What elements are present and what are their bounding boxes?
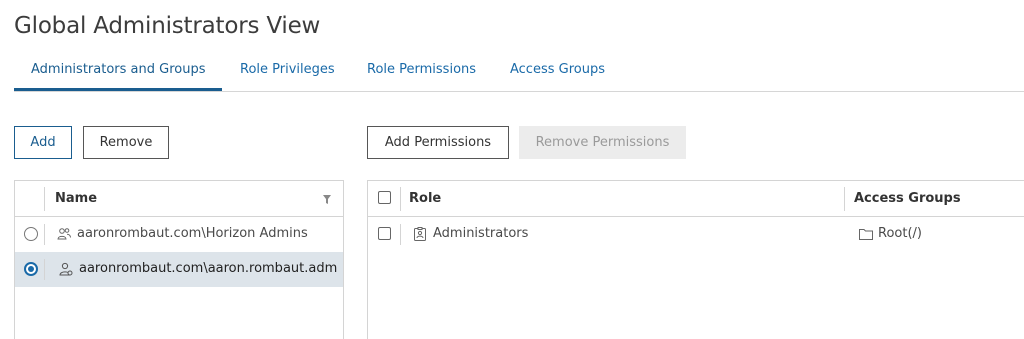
remove-button[interactable]: Remove bbox=[83, 126, 169, 159]
column-divider bbox=[400, 224, 401, 245]
filter-icon[interactable] bbox=[323, 195, 331, 204]
column-header-name[interactable]: Name bbox=[55, 191, 97, 206]
column-divider bbox=[44, 224, 45, 245]
column-header-access-groups[interactable]: Access Groups bbox=[854, 191, 961, 206]
administrators-grid-header: Name bbox=[15, 181, 343, 217]
column-divider bbox=[44, 187, 45, 211]
active-tab-indicator bbox=[14, 88, 222, 91]
row-select-radio[interactable] bbox=[24, 262, 38, 276]
tab-bar: Administrators and Groups Role Privilege… bbox=[14, 52, 1024, 92]
user-icon bbox=[59, 262, 73, 276]
tab-access-groups[interactable]: Access Groups bbox=[510, 62, 605, 77]
column-header-role[interactable]: Role bbox=[409, 191, 441, 206]
tab-role-privileges[interactable]: Role Privileges bbox=[240, 62, 335, 77]
column-divider bbox=[44, 259, 45, 280]
permissions-grid-header: Role Access Groups bbox=[368, 181, 1024, 217]
page-title: Global Administrators View bbox=[14, 13, 321, 39]
table-row[interactable]: aaronrombaut.com\Horizon Admins bbox=[15, 217, 343, 252]
id-badge-icon bbox=[414, 227, 426, 241]
tab-role-permissions[interactable]: Role Permissions bbox=[367, 62, 476, 77]
table-row[interactable]: aaronrombaut.com\aaron.rombaut.adm bbox=[15, 252, 343, 287]
remove-permissions-button[interactable]: Remove Permissions bbox=[519, 126, 686, 159]
administrators-grid: Name aaronrombaut.com\Horizon Admins aar… bbox=[14, 180, 344, 339]
column-divider bbox=[400, 187, 401, 211]
table-row[interactable]: Administrators Root(/) bbox=[368, 217, 1024, 252]
access-group-name: Root(/) bbox=[878, 226, 922, 241]
user-group-icon bbox=[57, 227, 71, 241]
add-permissions-button[interactable]: Add Permissions bbox=[367, 126, 509, 159]
permissions-grid: Role Access Groups Administrators Root(/… bbox=[367, 180, 1024, 339]
folder-icon bbox=[859, 228, 873, 240]
add-button[interactable]: Add bbox=[14, 126, 72, 159]
row-select-checkbox[interactable] bbox=[378, 227, 391, 240]
role-name: Administrators bbox=[433, 226, 529, 241]
row-select-radio[interactable] bbox=[24, 227, 38, 241]
admin-name: aaronrombaut.com\Horizon Admins bbox=[77, 226, 308, 241]
select-all-checkbox[interactable] bbox=[378, 191, 391, 204]
admin-name: aaronrombaut.com\aaron.rombaut.adm bbox=[79, 261, 338, 276]
tab-administrators-and-groups[interactable]: Administrators and Groups bbox=[31, 62, 205, 77]
column-divider bbox=[844, 187, 845, 211]
